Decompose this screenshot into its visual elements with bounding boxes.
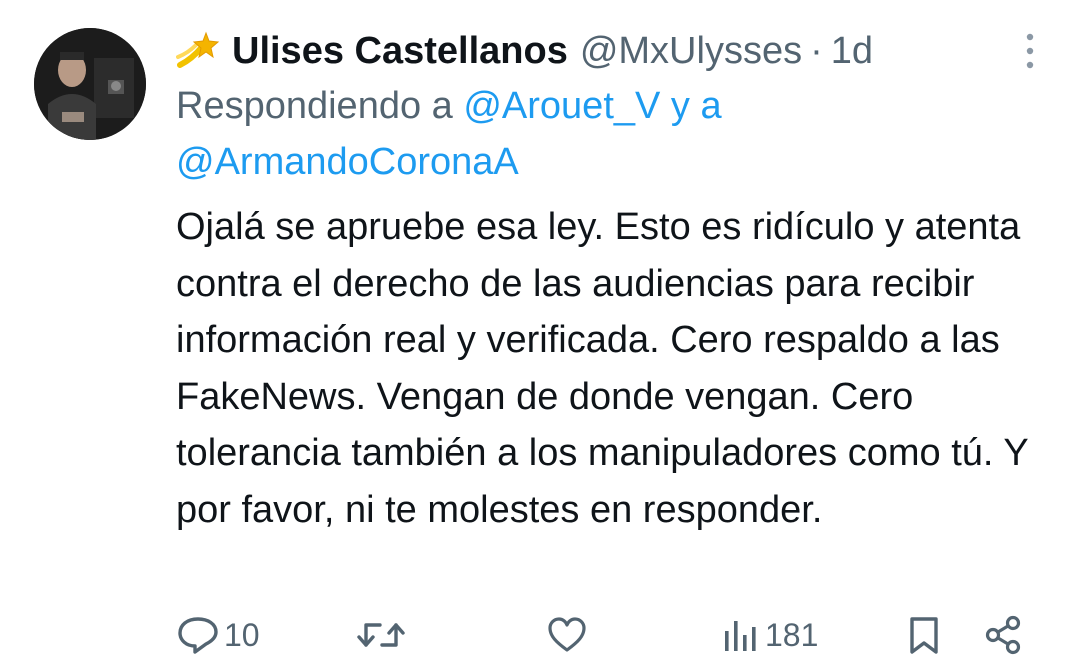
views-chart-icon [725,621,756,651]
separator-dot: · [810,30,823,72]
like-button[interactable] [546,612,588,658]
avatar[interactable] [34,28,146,140]
comment-icon [178,617,218,654]
tweet-header: Ulises Castellanos @MxUlysses · 1d [176,26,990,76]
more-options-icon[interactable] [1020,32,1040,72]
shooting-star-icon [176,31,220,68]
reply-button[interactable]: 10 [176,612,260,658]
share-button[interactable] [984,612,1024,658]
mention-link[interactable]: @Arouet_V [463,85,660,127]
tweet-text: Ojalá se apruebe esa ley. Esto es ridícu… [176,206,1028,531]
retweet-icon [357,623,405,647]
timestamp[interactable]: 1d [831,26,873,76]
display-name[interactable]: Ulises Castellanos [232,26,568,76]
mention-link[interactable]: @ArmandoCoronaA [176,141,519,183]
heart-icon [548,617,586,652]
bookmark-icon [910,617,938,654]
replying-to-line: Respondiendo a @Arouet_V y a @ArmandoCor… [176,78,836,190]
views-count: 181 [765,616,819,653]
user-handle[interactable]: @MxUlysses [580,26,802,76]
action-bar: 10 181 [176,612,1030,658]
reply-count: 10 [224,616,260,653]
share-icon [985,615,1021,655]
views-button[interactable]: 181 [721,612,818,658]
replying-to-label: Respondiendo a [176,85,453,127]
mention-connector[interactable]: y a [671,85,722,127]
retweet-button[interactable] [356,612,406,658]
bookmark-button[interactable] [906,612,942,658]
